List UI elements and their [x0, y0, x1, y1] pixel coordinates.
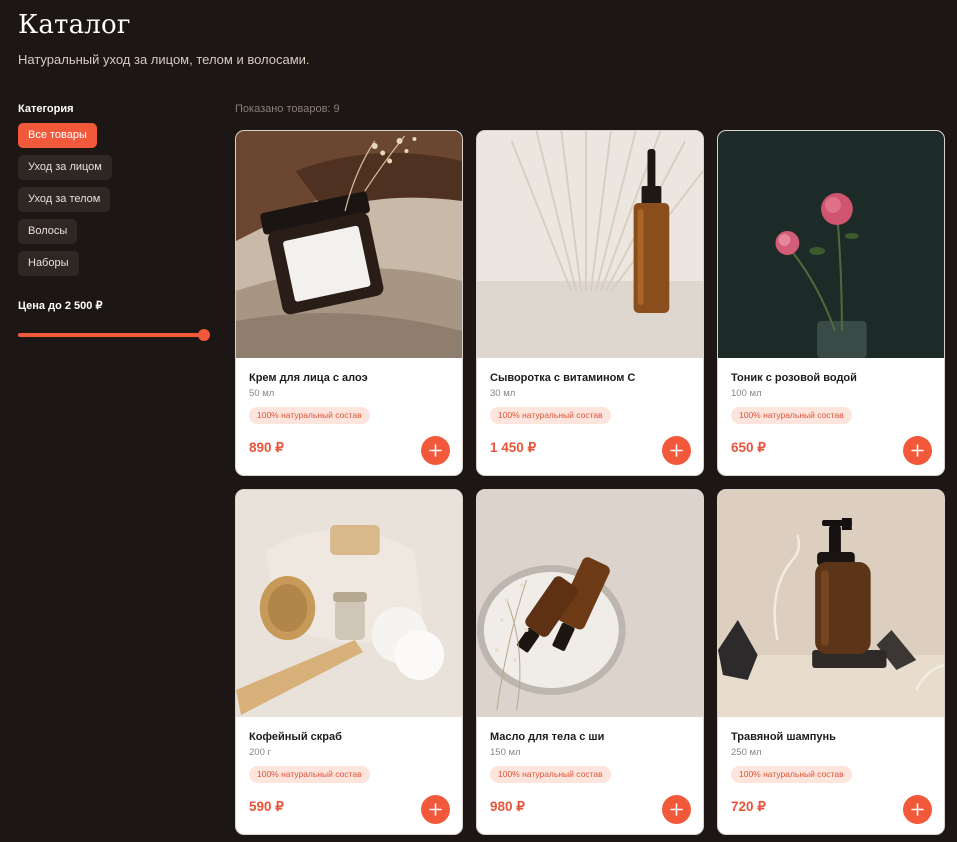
product-volume: 150 мл — [490, 747, 521, 758]
product-info: Кофейный скраб 200 г 100% натуральный со… — [236, 717, 462, 834]
add-to-cart-button[interactable] — [903, 436, 932, 465]
product-name[interactable]: Травяной шампунь — [731, 731, 931, 743]
natural-badge: 100% натуральный состав — [249, 407, 370, 424]
natural-badge: 100% натуральный состав — [249, 766, 370, 783]
rose-vase-photo[interactable] — [718, 131, 944, 358]
category-chip-hair[interactable]: Волосы — [18, 219, 78, 244]
product-name[interactable]: Сыворотка с витамином С — [490, 372, 690, 384]
plus-icon — [429, 444, 442, 457]
natural-badge: 100% натуральный состав — [490, 766, 611, 783]
product-info: Травяной шампунь 250 мл 100% натуральный… — [718, 717, 944, 834]
natural-badge: 100% натуральный состав — [731, 766, 852, 783]
page-subtitle: Натуральный уход за лицом, телом и волос… — [18, 52, 310, 67]
category-chip-body[interactable]: Уход за телом — [18, 187, 111, 212]
product-price: 650 ₽ — [731, 440, 766, 455]
price-slider[interactable] — [18, 329, 210, 341]
product-price: 980 ₽ — [490, 799, 525, 814]
product-name[interactable]: Масло для тела с ши — [490, 731, 690, 743]
product-name[interactable]: Крем для лица с алоэ — [249, 372, 449, 384]
product-card[interactable]: Тоник с розовой водой 100 мл 100% натура… — [717, 130, 945, 476]
category-filter-title: Категория — [18, 103, 74, 115]
product-volume: 50 мл — [249, 388, 275, 399]
serum-dropper-photo[interactable] — [477, 131, 703, 358]
results-count: Показано товаров: 9 — [235, 103, 340, 115]
natural-badge: 100% натуральный состав — [490, 407, 611, 424]
category-chip-all[interactable]: Все товары — [18, 123, 97, 148]
add-to-cart-button[interactable] — [421, 795, 450, 824]
oil-bottles-photo[interactable] — [477, 490, 703, 717]
product-volume: 30 мл — [490, 388, 516, 399]
product-name[interactable]: Кофейный скраб — [249, 731, 449, 743]
product-info: Масло для тела с ши 150 мл 100% натураль… — [477, 717, 703, 834]
product-card[interactable]: Кофейный скраб 200 г 100% натуральный со… — [235, 489, 463, 835]
product-volume: 100 мл — [731, 388, 762, 399]
cream-jar-photo[interactable] — [236, 131, 462, 358]
product-price: 720 ₽ — [731, 799, 766, 814]
product-volume: 250 мл — [731, 747, 762, 758]
add-to-cart-button[interactable] — [903, 795, 932, 824]
shampoo-pump-photo[interactable] — [718, 490, 944, 717]
product-volume: 200 г — [249, 747, 271, 758]
price-slider-thumb[interactable] — [198, 329, 210, 341]
product-grid: Крем для лица с алоэ 50 мл 100% натураль… — [235, 130, 945, 835]
plus-icon — [670, 444, 683, 457]
product-card[interactable]: Травяной шампунь 250 мл 100% натуральный… — [717, 489, 945, 835]
page-title: Каталог — [18, 10, 131, 40]
product-info: Тоник с розовой водой 100 мл 100% натура… — [718, 358, 944, 475]
product-price: 590 ₽ — [249, 799, 284, 814]
price-filter-title: Цена до 2 500 ₽ — [18, 300, 103, 312]
category-chip-sets[interactable]: Наборы — [18, 251, 79, 276]
filter-sidebar: Категория Все товары Уход за лицом Уход … — [18, 103, 213, 341]
plus-icon — [670, 803, 683, 816]
category-chip-face[interactable]: Уход за лицом — [18, 155, 112, 180]
add-to-cart-button[interactable] — [662, 795, 691, 824]
product-card[interactable]: Масло для тела с ши 150 мл 100% натураль… — [476, 489, 704, 835]
product-price: 890 ₽ — [249, 440, 284, 455]
plus-icon — [429, 803, 442, 816]
product-card[interactable]: Сыворотка с витамином С 30 мл 100% натур… — [476, 130, 704, 476]
product-info: Сыворотка с витамином С 30 мл 100% натур… — [477, 358, 703, 475]
add-to-cart-button[interactable] — [662, 436, 691, 465]
natural-badge: 100% натуральный состав — [731, 407, 852, 424]
product-info: Крем для лица с алоэ 50 мл 100% натураль… — [236, 358, 462, 475]
plus-icon — [911, 803, 924, 816]
price-slider-track[interactable] — [18, 333, 204, 337]
add-to-cart-button[interactable] — [421, 436, 450, 465]
product-price: 1 450 ₽ — [490, 440, 537, 455]
scrub-brush-photo[interactable] — [236, 490, 462, 717]
product-card[interactable]: Крем для лица с алоэ 50 мл 100% натураль… — [235, 130, 463, 476]
plus-icon — [911, 444, 924, 457]
product-name[interactable]: Тоник с розовой водой — [731, 372, 931, 384]
